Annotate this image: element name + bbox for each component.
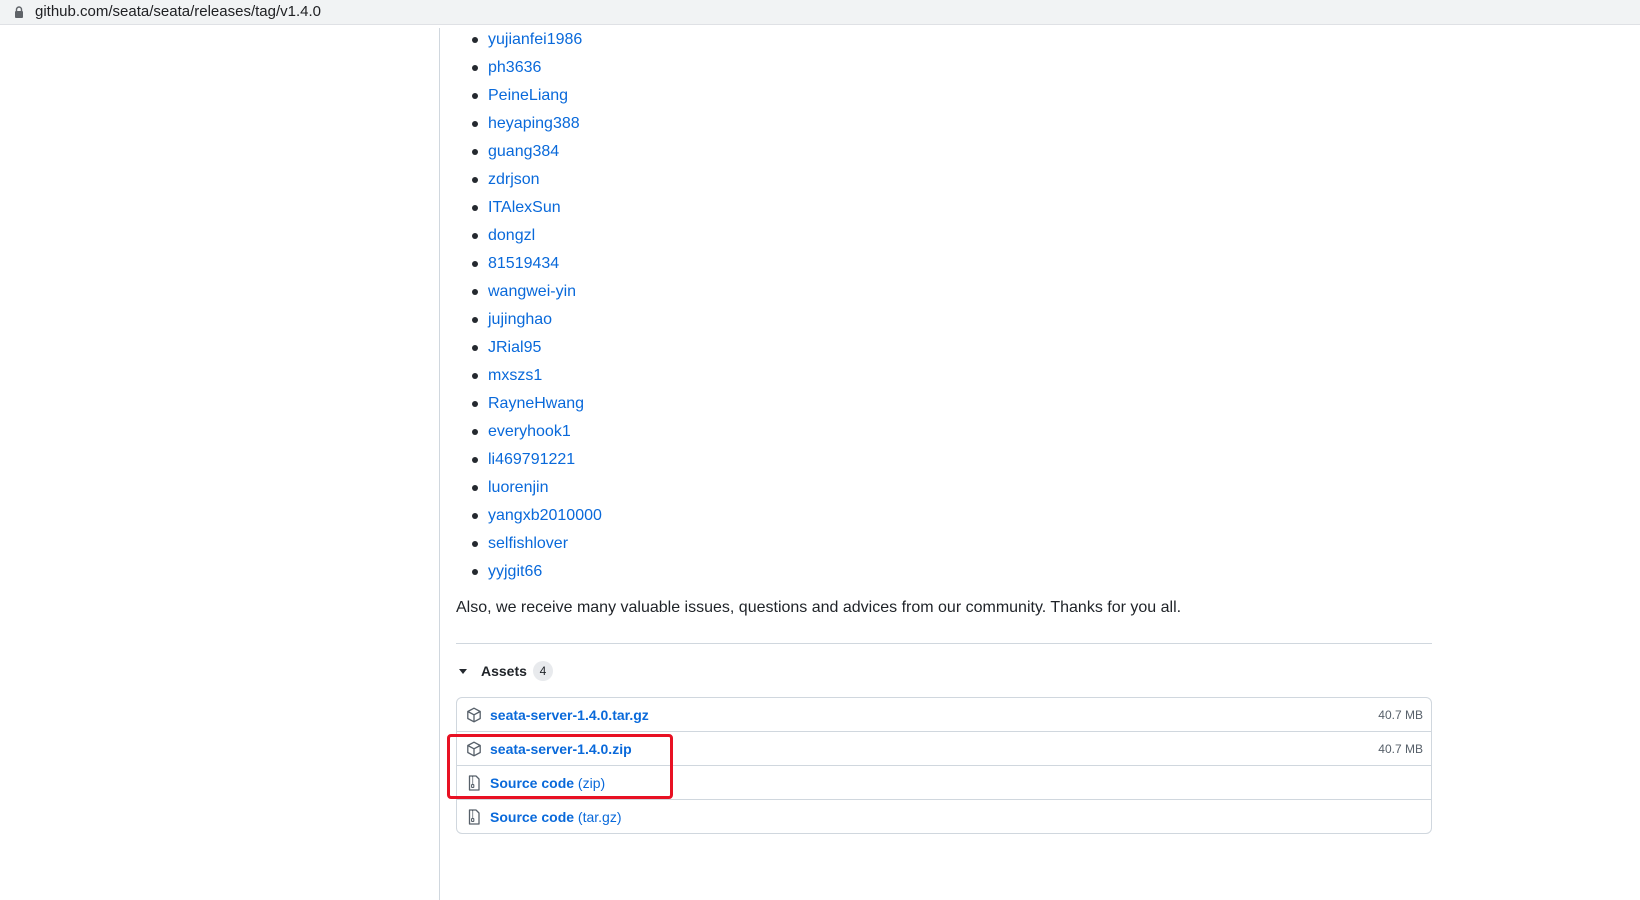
package-icon: [466, 707, 482, 723]
red-annotation-box: [447, 734, 673, 799]
contributor-item: yangxb2010000: [470, 502, 602, 530]
browser-address-bar[interactable]: github.com/seata/seata/releases/tag/v1.4…: [0, 0, 1640, 25]
file-zip-icon: [466, 809, 482, 825]
asset-download-link[interactable]: Source code (tar.gz): [490, 808, 622, 826]
bullet-icon: [472, 93, 478, 99]
bullet-icon: [472, 457, 478, 463]
bullet-icon: [472, 317, 478, 323]
contributor-link[interactable]: luorenjin: [488, 479, 548, 496]
asset-size: 40.7 MB: [1378, 708, 1423, 722]
asset-row: Source code (tar.gz): [457, 800, 1431, 833]
contributor-item: guang384: [470, 138, 602, 166]
contributor-item: li469791221: [470, 446, 602, 474]
asset-format-text: (tar.gz): [577, 809, 622, 825]
contributor-item: luorenjin: [470, 474, 602, 502]
contributor-item: RayneHwang: [470, 390, 602, 418]
contributor-link[interactable]: heyaping388: [488, 115, 580, 132]
contributor-link[interactable]: PeineLiang: [488, 87, 568, 104]
assets-count-badge: 4: [532, 661, 553, 681]
sidebar-divider: [439, 28, 440, 900]
bullet-icon: [472, 149, 478, 155]
bullet-icon: [472, 569, 478, 575]
bullet-icon: [472, 233, 478, 239]
asset-size: 40.7 MB: [1378, 742, 1423, 756]
contributor-link[interactable]: ph3636: [488, 59, 541, 76]
contributor-item: ITAlexSun: [470, 194, 602, 222]
contributor-link[interactable]: zdrjson: [488, 171, 540, 188]
contributor-link[interactable]: everyhook1: [488, 423, 571, 440]
bullet-icon: [472, 289, 478, 295]
bullet-icon: [472, 65, 478, 71]
bullet-icon: [472, 485, 478, 491]
bullet-icon: [472, 513, 478, 519]
contributor-item: mxszs1: [470, 362, 602, 390]
contributor-item: wangwei-yin: [470, 278, 602, 306]
contributor-link[interactable]: 81519434: [488, 255, 559, 272]
contributor-link[interactable]: jujinghao: [488, 311, 552, 328]
contributor-list: yujianfei1986 ph3636 PeineLiang heyaping388…: [470, 26, 602, 586]
section-divider: [456, 643, 1432, 644]
lock-icon: [15, 6, 23, 18]
bullet-icon: [472, 541, 478, 547]
asset-name-text: Source code: [490, 809, 575, 825]
bullet-icon: [472, 37, 478, 43]
contributor-item: 81519434: [470, 250, 602, 278]
bullet-icon: [472, 261, 478, 267]
contributor-link[interactable]: yangxb2010000: [488, 507, 602, 524]
contributor-item: everyhook1: [470, 418, 602, 446]
contributor-link[interactable]: yyjgit66: [488, 563, 542, 580]
bullet-icon: [472, 401, 478, 407]
bullet-icon: [472, 177, 478, 183]
contributor-link[interactable]: selfishlover: [488, 535, 568, 552]
contributor-link[interactable]: wangwei-yin: [488, 283, 576, 300]
url-text[interactable]: github.com/seata/seata/releases/tag/v1.4…: [35, 3, 321, 21]
contributor-link[interactable]: RayneHwang: [488, 395, 584, 412]
contributor-link[interactable]: yujianfei1986: [488, 31, 582, 48]
contributor-link[interactable]: guang384: [488, 143, 559, 160]
contributor-link[interactable]: mxszs1: [488, 367, 542, 384]
assets-title: Assets: [481, 663, 527, 679]
thanks-text: Also, we receive many valuable issues, q…: [456, 599, 1182, 616]
bullet-icon: [472, 373, 478, 379]
asset-row: seata-server-1.4.0.tar.gz 40.7 MB: [457, 698, 1431, 732]
contributor-item: selfishlover: [470, 530, 602, 558]
contributor-item: zdrjson: [470, 166, 602, 194]
contributor-link[interactable]: dongzl: [488, 227, 535, 244]
contributor-item: jujinghao: [470, 306, 602, 334]
contributor-item: yujianfei1986: [470, 26, 602, 54]
contributor-item: PeineLiang: [470, 82, 602, 110]
bullet-icon: [472, 121, 478, 127]
asset-name-text: seata-server-1.4.0.tar.gz: [490, 707, 649, 723]
contributor-item: yyjgit66: [470, 558, 602, 586]
assets-toggle[interactable]: Assets 4: [456, 659, 553, 683]
bullet-icon: [472, 205, 478, 211]
contributor-item: JRial95: [470, 334, 602, 362]
contributor-item: dongzl: [470, 222, 602, 250]
contributor-item: heyaping388: [470, 110, 602, 138]
contributor-item: ph3636: [470, 54, 602, 82]
contributor-link[interactable]: li469791221: [488, 451, 575, 468]
contributor-link[interactable]: ITAlexSun: [488, 199, 561, 216]
asset-download-link[interactable]: seata-server-1.4.0.tar.gz: [490, 706, 649, 724]
bullet-icon: [472, 429, 478, 435]
bullet-icon: [472, 345, 478, 351]
contributor-link[interactable]: JRial95: [488, 339, 541, 356]
caret-down-icon: [459, 668, 467, 674]
